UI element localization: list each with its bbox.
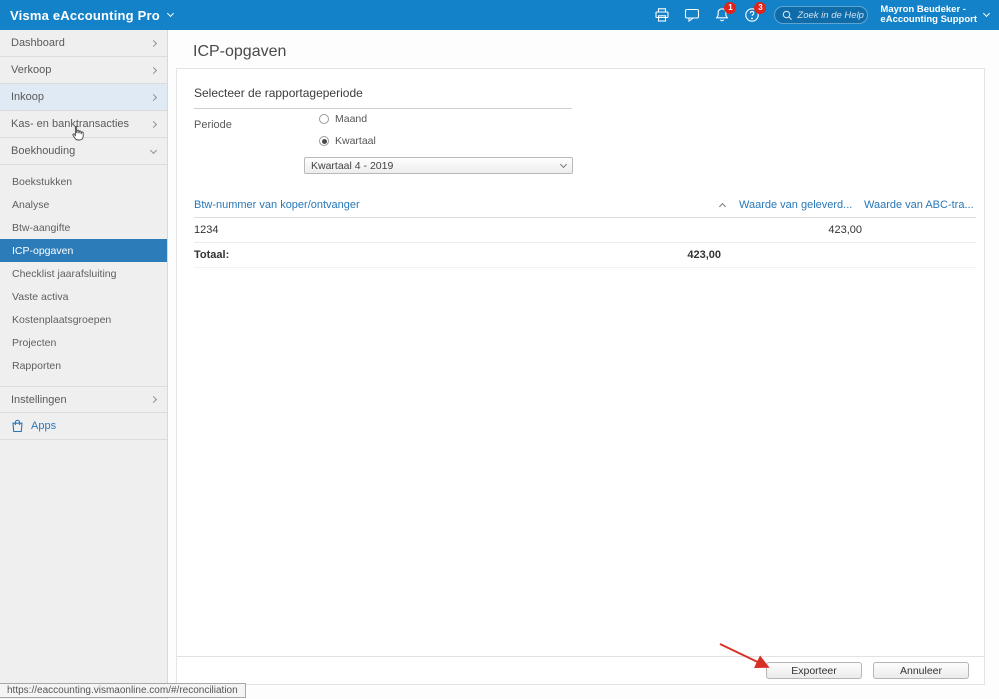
export-button[interactable]: Exporteer: [766, 662, 862, 679]
radio-label: Kwartaal: [335, 135, 376, 147]
sidebar-item-inkoop[interactable]: Inkoop: [0, 84, 167, 111]
column-header-label: Btw-nummer van koper/ontvanger: [194, 199, 360, 211]
chevron-down-icon: [983, 10, 990, 17]
sidebar-item-kostenplaatsgroepen[interactable]: Kostenplaatsgroepen: [0, 308, 167, 331]
user-name-line2: eAccounting Support: [880, 15, 977, 26]
search-icon: [782, 10, 793, 21]
user-menu[interactable]: Mayron Beudeker - eAccounting Support: [880, 5, 999, 26]
icp-report-card: Selecteer de rapportageperiode Periode M…: [176, 68, 985, 685]
sidebar-item-projecten[interactable]: Projecten: [0, 331, 167, 354]
chevron-right-icon: [150, 93, 157, 100]
chevron-down-icon: [560, 161, 567, 168]
chevron-down-icon: [150, 146, 157, 153]
cell-btw-nummer: 1234: [194, 224, 739, 236]
search-input[interactable]: [797, 10, 867, 21]
help-icon[interactable]: 3: [743, 7, 760, 24]
sidebar-item-label: Inkoop: [11, 91, 44, 103]
help-badge: 3: [754, 2, 766, 14]
page-title: ICP-opgaven: [193, 43, 286, 61]
total-label: Totaal:: [194, 249, 229, 261]
sidebar-item-analyse[interactable]: Analyse: [0, 193, 167, 216]
topbar-icons: 1 3: [653, 7, 774, 24]
main-content: ICP-opgaven Selecteer de rapportageperio…: [169, 30, 999, 699]
sidebar-item-rapporten[interactable]: Rapporten: [0, 354, 167, 377]
shopping-bag-icon: [11, 419, 24, 433]
sidebar-item-label: Verkoop: [11, 64, 51, 76]
sidebar-item-label: Dashboard: [11, 37, 65, 49]
radio-button-icon[interactable]: [319, 114, 329, 124]
cancel-button[interactable]: Annuleer: [873, 662, 969, 679]
sidebar-item-checklist-jaarafsluiting[interactable]: Checklist jaarafsluiting: [0, 262, 167, 285]
period-select-value: Kwartaal 4 - 2019: [311, 160, 393, 172]
card-footer: Exporteer Annuleer: [177, 656, 984, 684]
chevron-right-icon: [150, 66, 157, 73]
chevron-right-icon: [150, 39, 157, 46]
chevron-down-icon: [167, 10, 174, 17]
sidebar-item-label: Instellingen: [11, 394, 67, 406]
print-icon[interactable]: [653, 7, 670, 24]
column-header-btw-nummer[interactable]: Btw-nummer van koper/ontvanger: [194, 199, 739, 211]
column-header-label: Waarde van geleverd...: [739, 199, 852, 211]
boekhouding-submenu: Boekstukken Analyse Btw-aangifte ICP-opg…: [0, 165, 167, 386]
radio-kwartaal[interactable]: Kwartaal: [319, 135, 376, 147]
column-header-waarde-geleverd[interactable]: Waarde van geleverd...: [739, 199, 864, 211]
sidebar-item-label: Kas- en banktransacties: [11, 118, 129, 130]
topbar: Visma eAccounting Pro 1 3: [0, 0, 999, 30]
chevron-right-icon: [150, 120, 157, 127]
radio-maand[interactable]: Maand: [319, 113, 367, 125]
sidebar-item-vaste-activa[interactable]: Vaste activa: [0, 285, 167, 308]
radio-button-icon[interactable]: [319, 136, 329, 146]
sidebar-item-icp-opgaven[interactable]: ICP-opgaven: [0, 239, 167, 262]
chat-icon[interactable]: [683, 7, 700, 24]
sidebar-item-verkoop[interactable]: Verkoop: [0, 57, 167, 84]
notifications-bell-icon[interactable]: 1: [713, 7, 730, 24]
table-total-row: Totaal: 423,00: [194, 243, 976, 268]
user-name: Mayron Beudeker - eAccounting Support: [880, 5, 977, 26]
notification-badge: 1: [724, 2, 736, 14]
total-value: 423,00: [687, 249, 721, 261]
help-search[interactable]: [774, 6, 868, 24]
sidebar-item-instellingen[interactable]: Instellingen: [0, 386, 167, 413]
icp-table: Btw-nummer van koper/ontvanger Waarde va…: [194, 193, 976, 268]
app-title: Visma eAccounting Pro: [10, 8, 160, 23]
sidebar-item-label: Boekhouding: [11, 145, 75, 157]
sidebar-item-boekstukken[interactable]: Boekstukken: [0, 170, 167, 193]
column-header-label: Waarde van ABC-tra...: [864, 199, 974, 211]
section-title: Selecteer de rapportageperiode: [194, 86, 572, 109]
status-bar-url: https://eaccounting.vismaonline.com/#/re…: [0, 683, 246, 698]
cell-waarde-geleverd: 423,00: [739, 224, 864, 236]
sidebar-item-dashboard[interactable]: Dashboard: [0, 30, 167, 57]
radio-label: Maand: [335, 113, 367, 125]
column-header-waarde-abc[interactable]: Waarde van ABC-tra...: [864, 199, 976, 211]
sidebar-item-boekhouding[interactable]: Boekhouding: [0, 138, 167, 165]
sidebar-item-apps[interactable]: Apps: [0, 413, 167, 440]
sidebar-item-btw-aangifte[interactable]: Btw-aangifte: [0, 216, 167, 239]
sidebar-item-label: Apps: [31, 420, 56, 432]
periode-label: Periode: [194, 119, 232, 131]
sidebar-item-kas-en-banktransacties[interactable]: Kas- en banktransacties: [0, 111, 167, 138]
table-row[interactable]: 1234 423,00: [194, 218, 976, 243]
chevron-right-icon: [150, 396, 157, 403]
app-window: Visma eAccounting Pro 1 3: [0, 0, 999, 699]
sort-ascending-icon: [719, 203, 726, 210]
app-switcher[interactable]: Visma eAccounting Pro: [0, 0, 183, 30]
period-select[interactable]: Kwartaal 4 - 2019: [304, 157, 573, 174]
table-header-row: Btw-nummer van koper/ontvanger Waarde va…: [194, 193, 976, 218]
sidebar: Dashboard Verkoop Inkoop Kas- en banktra…: [0, 30, 168, 699]
